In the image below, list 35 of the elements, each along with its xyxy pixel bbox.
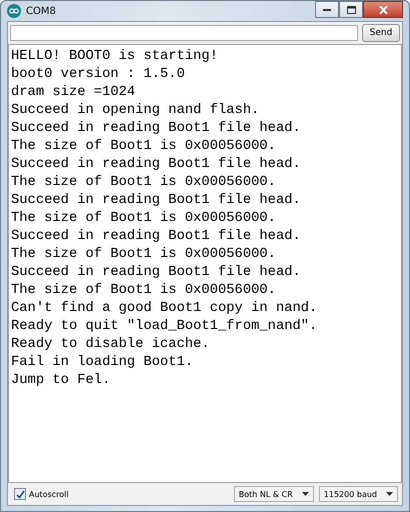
maximize-button[interactable] — [339, 1, 363, 18]
baud-rate-dropdown[interactable]: 115200 baud — [318, 486, 398, 502]
send-input-field[interactable] — [10, 25, 358, 41]
autoscroll-label: Autoscroll — [29, 490, 69, 498]
output-line: Succeed in reading Boot1 file head. — [11, 228, 302, 246]
caret-icon — [302, 492, 309, 496]
output-line: The size of Boot1 is 0x00056000. — [11, 138, 277, 156]
output-line: Ready to quit "load_Boot1_from_nand". — [11, 318, 318, 336]
close-button[interactable] — [363, 1, 403, 18]
output-line: boot0 version : 1.5.0 — [11, 66, 186, 84]
window-title: COM8 — [26, 6, 56, 16]
send-button[interactable]: Send — [362, 24, 400, 42]
output-line: Ready to disable icache. — [11, 336, 211, 354]
app-logo-icon — [7, 4, 21, 18]
caret-icon — [386, 492, 393, 496]
minimize-icon — [323, 8, 331, 11]
output-line: The size of Boot1 is 0x00056000. — [11, 210, 277, 228]
output-line: Can't find a good Boot1 copy in nand. — [11, 300, 318, 318]
output-line: Jump to Fel. — [11, 372, 112, 390]
autoscroll-checkbox[interactable] — [14, 488, 26, 500]
output-line: The size of Boot1 is 0x00056000. — [11, 174, 277, 192]
line-ending-dropdown[interactable]: Both NL & CR — [234, 486, 314, 502]
minimize-button[interactable] — [315, 1, 339, 18]
output-line: HELLO! BOOT0 is starting! — [11, 48, 219, 66]
close-icon — [378, 6, 388, 14]
output-line: Succeed in reading Boot1 file head. — [11, 264, 302, 282]
output-line: The size of Boot1 is 0x00056000. — [11, 282, 277, 300]
output-line: Succeed in reading Boot1 file head. — [11, 156, 302, 174]
output-line: The size of Boot1 is 0x00056000. — [11, 246, 277, 264]
output-line: dram size =1024 — [11, 84, 136, 102]
output-line: Fail in loading Boot1. — [11, 354, 194, 372]
output-line: Succeed in reading Boot1 file head. — [11, 192, 302, 210]
output-line: Succeed in opening nand flash. — [11, 102, 260, 120]
maximize-icon — [346, 6, 356, 14]
output-line: Succeed in reading Boot1 file head. — [11, 120, 302, 138]
